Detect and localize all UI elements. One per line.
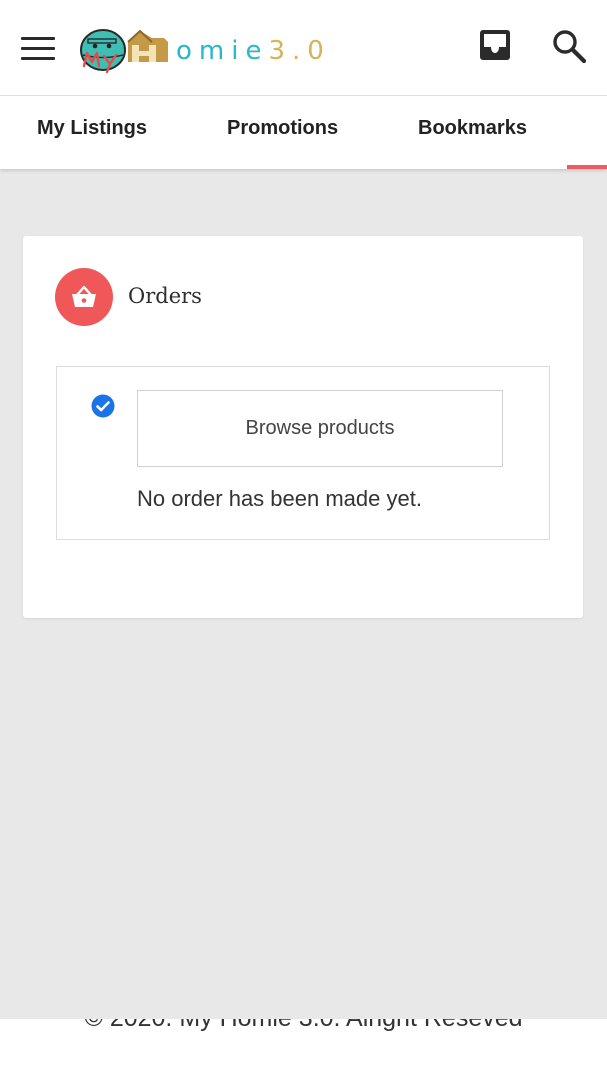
check-circle-icon <box>91 394 115 418</box>
copyright-text: © 2020. My Homie 3.0. Alright Reseved <box>0 1019 607 1033</box>
tab-promotions[interactable]: Promotions <box>227 97 338 169</box>
page-footer: © 2020. My Homie 3.0. Alright Reseved <box>0 1019 607 1080</box>
tab-bar: My Listings Promotions Bookmarks <box>0 97 607 169</box>
search-icon[interactable] <box>551 28 587 64</box>
app-header: omie3.0 <box>0 0 607 96</box>
tab-bookmarks[interactable]: Bookmarks <box>418 97 527 169</box>
tab-active-indicator <box>567 165 607 169</box>
shopping-basket-icon <box>55 268 113 326</box>
orders-title: Orders <box>128 284 202 308</box>
app-logo[interactable]: omie3.0 <box>78 22 328 76</box>
inbox-icon[interactable] <box>477 28 513 64</box>
main-content: Orders Browse products No order has been… <box>0 169 607 1019</box>
logo-mascot-icon <box>80 29 168 74</box>
logo-text-gold: 3.0 <box>268 36 331 66</box>
logo-wordmark: omie3.0 <box>176 35 331 67</box>
hamburger-menu-icon[interactable] <box>20 36 56 62</box>
no-order-message: No order has been made yet. <box>137 486 422 511</box>
orders-card: Orders Browse products No order has been… <box>23 236 583 618</box>
logo-text-teal: omie <box>176 36 269 66</box>
tab-my-listings[interactable]: My Listings <box>37 97 147 169</box>
orders-empty-notice: Browse products No order has been made y… <box>56 366 550 540</box>
browse-products-button[interactable]: Browse products <box>137 390 503 467</box>
